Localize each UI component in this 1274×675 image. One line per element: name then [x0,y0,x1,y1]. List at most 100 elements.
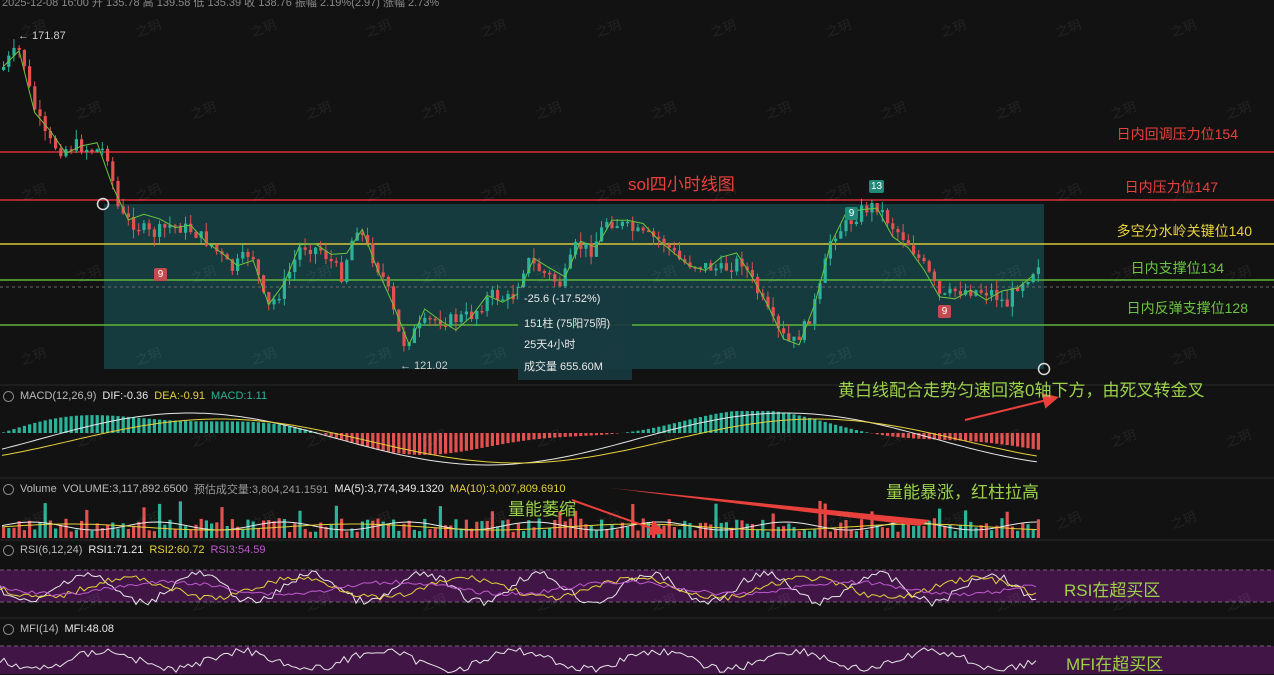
rsi-annotation: RSI在超买区 [1064,576,1160,601]
candle-body [886,210,889,223]
volume-bar [418,531,421,538]
volume-bar [413,530,416,538]
macd-bar [470,433,473,450]
volume-name[interactable]: Volume [20,483,57,495]
macd-bar [246,422,249,433]
candle-body [844,220,847,231]
candle-body [860,205,863,221]
low-price-label: ← 121.02 [400,360,448,372]
volume-bar [330,524,333,538]
candle-body [96,149,99,152]
collapse-icon[interactable] [3,391,14,402]
macd-bar [928,433,931,439]
volume-bar [408,521,411,538]
macd-bar [23,426,26,433]
volume-bar [512,532,515,538]
candle-body [1032,274,1035,282]
macd-bar [278,424,281,433]
candle-body [839,231,842,238]
volume-bar [787,524,790,538]
macd-bar [688,419,691,433]
macd-bar [387,433,390,452]
candle-body [18,48,21,50]
macd-bar [725,412,728,433]
candle-body [298,247,301,259]
candle-body [584,243,587,248]
macd-bar [18,427,21,433]
volume-bar [756,529,759,538]
candle-body [158,224,161,237]
macd-bar [449,433,452,453]
candle-body [142,223,145,230]
macd-bar [402,433,405,454]
volume-header: Volume VOLUME:3,117,892.6500 预估成交量:3,804… [0,481,565,497]
volume-bar [616,529,619,538]
macd-bar [636,431,639,433]
candlestick-chart[interactable] [0,0,1274,674]
volume-bar [1032,530,1035,538]
volume-bar [96,523,99,538]
macd-bar [241,422,244,433]
collapse-icon[interactable] [3,545,14,556]
macd-bar [257,422,260,433]
macd-bar [969,433,972,441]
volume-bar [356,532,359,538]
macd-bar [220,421,223,433]
volume-bar [626,527,629,538]
macd-bar [28,424,31,433]
candle-body [870,203,873,212]
level-154-label: 日内回调压力位154 [1117,124,1238,144]
macd-bar [818,421,821,433]
candle-body [423,318,426,323]
candle-body [954,289,957,291]
volume-bar [564,521,567,538]
macd-name[interactable]: MACD(12,26,9) [20,390,96,402]
candle-body [345,260,348,282]
macd-bar [382,433,385,451]
candle-body [980,290,983,293]
volume-bar [304,529,307,538]
range-measure-tooltip: -25.6 (-17.52%) 151柱 (75阳75阴) 25天4小时 成交量… [518,288,632,380]
candle-body [782,328,785,333]
macd-bar [7,431,10,433]
rsi-name[interactable]: RSI(6,12,24) [20,544,82,556]
macd-bar [465,433,468,451]
volume-bar [397,531,400,538]
volume-bar [7,528,10,538]
macd-bar [865,432,868,433]
range-bars: 151柱 (75阳75阴) [524,315,610,331]
macd-bar [376,433,379,450]
macd-bar [512,433,515,442]
candle-body [792,337,795,341]
volume-bar [595,530,598,538]
mfi-name[interactable]: MFI(14) [20,623,59,635]
candle-body [636,227,639,231]
volume-bar [746,524,749,538]
macd-dea: DEA:-0.91 [154,390,205,402]
volume-bar [90,531,93,538]
volume-bar [54,528,57,538]
macd-bar [626,432,629,433]
macd-bar [38,422,41,433]
range-duration: 25天4小时 [524,336,575,352]
candle-body [252,257,255,259]
macd-bar [694,418,697,433]
candle-body [116,181,119,206]
collapse-icon[interactable] [3,624,14,635]
candle-body [917,255,920,258]
candle-body [730,270,733,272]
macd-bar [2,432,5,433]
macd-bar [127,417,130,433]
macd-bar [740,411,743,433]
volume-bar [335,506,338,538]
volume-bar [881,527,884,538]
ohlc-header: 2025-12-08 16:00 开 135.78 高 139.58 低 135… [2,0,439,10]
macd-bar [720,413,723,433]
collapse-icon[interactable] [3,484,14,495]
macd-bar [907,433,910,438]
macd-bar [605,433,608,434]
volume-bar [127,529,130,538]
volume-bar [704,523,707,538]
volume-bar [189,530,192,538]
volume-bar [662,526,665,538]
